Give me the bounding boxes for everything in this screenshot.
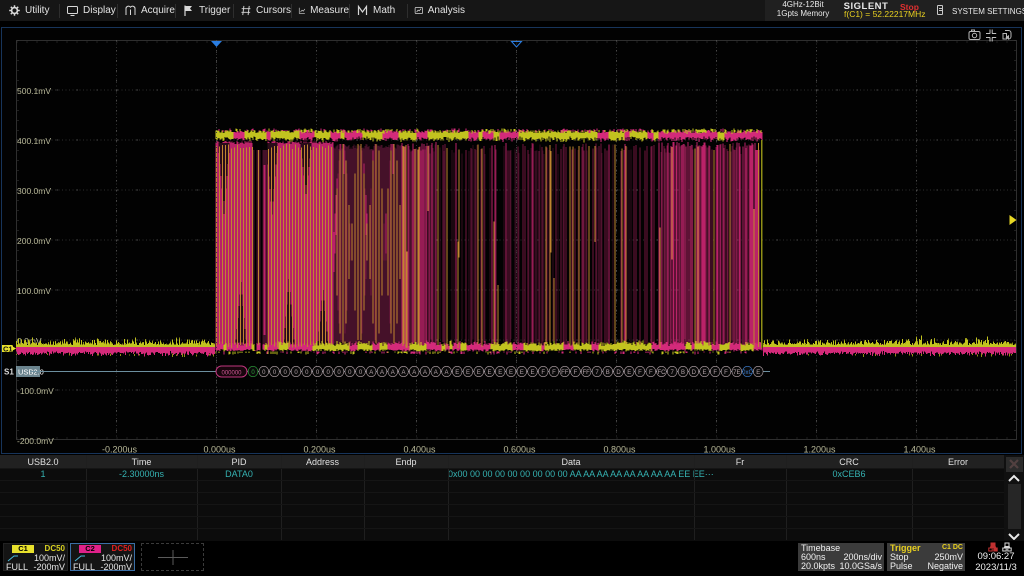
svg-text:7E: 7E xyxy=(733,370,740,376)
svg-text:F: F xyxy=(713,370,717,376)
svg-text:FF: FF xyxy=(583,370,591,376)
svg-text:F: F xyxy=(541,370,545,376)
svg-text:A: A xyxy=(369,370,373,376)
svg-text:E: E xyxy=(477,370,481,376)
svg-text:D: D xyxy=(692,370,697,376)
svg-text:0.000us: 0.000us xyxy=(203,445,236,455)
svg-text:E: E xyxy=(702,370,706,376)
svg-text:500.1mV: 500.1mV xyxy=(17,86,51,96)
svg-text:E: E xyxy=(498,370,502,376)
svg-text:-0.200us: -0.200us xyxy=(102,445,138,455)
svg-text:400.1mV: 400.1mV xyxy=(17,136,51,146)
svg-text:0.800us: 0.800us xyxy=(603,445,636,455)
svg-text:100.0mV: 100.0mV xyxy=(17,286,51,296)
svg-text:0xC: 0xC xyxy=(742,370,753,376)
svg-text:E: E xyxy=(530,370,534,376)
svg-text:-200.0mV: -200.0mV xyxy=(17,436,54,446)
svg-text:1.200us: 1.200us xyxy=(803,445,836,455)
svg-text:FC: FC xyxy=(658,370,667,376)
svg-text:A: A xyxy=(434,370,438,376)
svg-text:A: A xyxy=(401,370,405,376)
svg-text:F: F xyxy=(552,370,556,376)
svg-text:0.400us: 0.400us xyxy=(403,445,436,455)
svg-text:1.000us: 1.000us xyxy=(703,445,736,455)
svg-text:C1: C1 xyxy=(3,345,13,354)
svg-text:A: A xyxy=(423,370,427,376)
svg-text:0.200us: 0.200us xyxy=(303,445,336,455)
svg-text:E: E xyxy=(627,370,631,376)
svg-text:E: E xyxy=(756,370,760,376)
svg-text:E: E xyxy=(509,370,513,376)
svg-text:A: A xyxy=(412,370,416,376)
svg-text:E: E xyxy=(455,370,459,376)
svg-text:E: E xyxy=(520,370,524,376)
svg-text:E: E xyxy=(466,370,470,376)
svg-text:F: F xyxy=(574,370,578,376)
svg-text:A: A xyxy=(391,370,395,376)
svg-text:F: F xyxy=(724,370,728,376)
svg-text:F: F xyxy=(638,370,642,376)
svg-text:1.400us: 1.400us xyxy=(903,445,936,455)
svg-text:FF: FF xyxy=(561,370,569,376)
svg-text:S1: S1 xyxy=(4,368,14,377)
svg-text:0.600us: 0.600us xyxy=(503,445,536,455)
svg-text:A: A xyxy=(380,370,384,376)
svg-text:-100.0mV: -100.0mV xyxy=(17,386,54,396)
svg-text:B: B xyxy=(681,370,685,376)
svg-text:E: E xyxy=(487,370,491,376)
svg-text:D: D xyxy=(616,370,621,376)
svg-text:200.0mV: 200.0mV xyxy=(17,236,51,246)
svg-text:300.0mV: 300.0mV xyxy=(17,186,51,196)
svg-text:A: A xyxy=(444,370,448,376)
svg-text:000000: 000000 xyxy=(221,371,242,377)
svg-text:F: F xyxy=(649,370,653,376)
svg-text:B: B xyxy=(606,370,610,376)
